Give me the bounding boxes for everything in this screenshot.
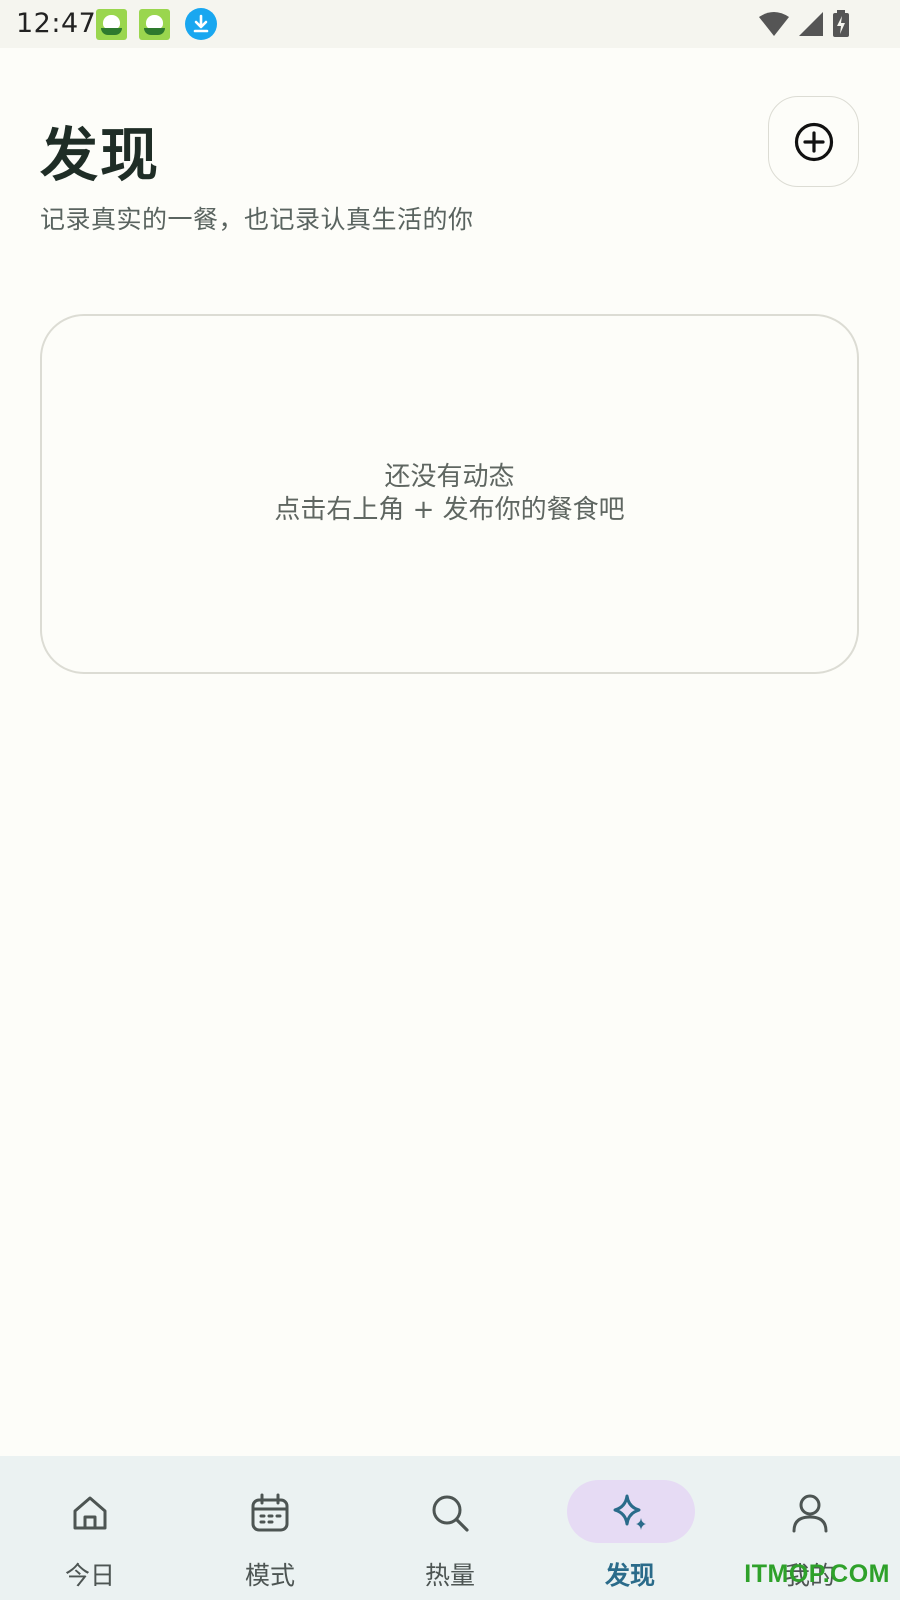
empty-feed-card: 还没有动态 点击右上角 + 发布你的餐食吧 [40,314,859,674]
status-time: 12:47 [16,8,97,39]
nav-item-discover[interactable]: 发现 [540,1456,720,1600]
calendar-icon [251,1493,289,1532]
sparkle-icon [613,1494,646,1530]
nav-label-calories: 热量 [424,1561,475,1590]
battery-charging-icon [833,10,849,37]
plus-circle-icon [794,122,833,161]
nav-item-mode[interactable]: 模式 [180,1456,360,1600]
nav-label-mode: 模式 [244,1561,295,1590]
nav-item-calories[interactable]: 热量 [360,1456,540,1600]
page-subtitle: 记录真实的一餐，也记录认真生活的你 [40,205,474,234]
app-notification-icon [139,9,170,40]
page-title: 发现 [40,121,161,189]
empty-state-title: 还没有动态 [384,462,515,492]
nav-item-today[interactable]: 今日 [0,1456,180,1600]
nav-label-today: 今日 [64,1561,115,1590]
watermark: ITMOP.COM [744,1560,890,1588]
search-icon [432,1495,469,1532]
home-icon [73,1496,107,1530]
add-post-button[interactable] [768,96,859,187]
signal-icon [799,12,823,36]
empty-state-hint: 点击右上角 + 发布你的餐食吧 [274,495,625,525]
discover-screen: 12:47 发现 记录真实的一餐，也记录认真生活的你 还没有动态 点击右上角 +… [0,0,900,1600]
app-notification-icon [96,9,127,40]
nav-label-discover: 发现 [604,1561,655,1590]
status-bar: 12:47 [0,0,900,48]
wifi-icon [759,12,789,36]
download-notification-icon [185,8,217,40]
person-icon [792,1494,828,1533]
